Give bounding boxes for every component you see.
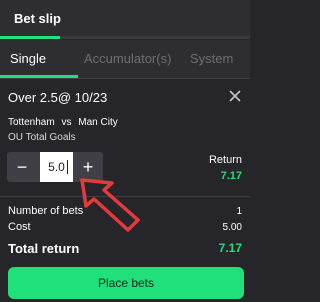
number-of-bets-label: Number of bets (8, 205, 84, 217)
tab-system[interactable]: System (190, 51, 233, 66)
total-return-value: 7.17 (218, 241, 242, 255)
header-progress (0, 36, 250, 39)
number-of-bets-value: 1 (236, 206, 242, 217)
annotation-arrow (80, 178, 140, 232)
cost-label: Cost (8, 221, 31, 233)
tabs-divider (0, 78, 250, 79)
text-caret (67, 160, 68, 174)
header-progress-fill (0, 36, 60, 39)
tab-accumulators[interactable]: Accumulator(s) (84, 51, 171, 66)
bet-slip-title: Bet slip (14, 11, 61, 26)
bet-type-tabs: Single Accumulator(s) System (0, 40, 250, 78)
vs-label: vs (61, 117, 72, 128)
match-teams: Tottenham vs Man City (8, 117, 118, 128)
stake-value: 5.0 (48, 160, 65, 174)
home-team: Tottenham (8, 117, 55, 128)
cost-value: 5.00 (222, 222, 242, 233)
stake-input[interactable]: 5.0 (40, 152, 73, 182)
total-return-label: Total return (8, 241, 80, 256)
return-value: 7.17 (220, 170, 242, 182)
tab-single[interactable]: Single (10, 51, 46, 66)
place-bets-button[interactable]: Place bets (8, 267, 244, 299)
return-label: Return (208, 154, 242, 166)
away-team: Man City (78, 117, 118, 128)
close-icon[interactable] (228, 89, 242, 103)
stake-decrease-button[interactable]: − (7, 152, 37, 182)
selection-title: Over 2.5@ 10/23 (8, 90, 108, 105)
market-name: OU Total Goals (8, 132, 76, 143)
bet-slip-header: Bet slip (0, 0, 250, 39)
